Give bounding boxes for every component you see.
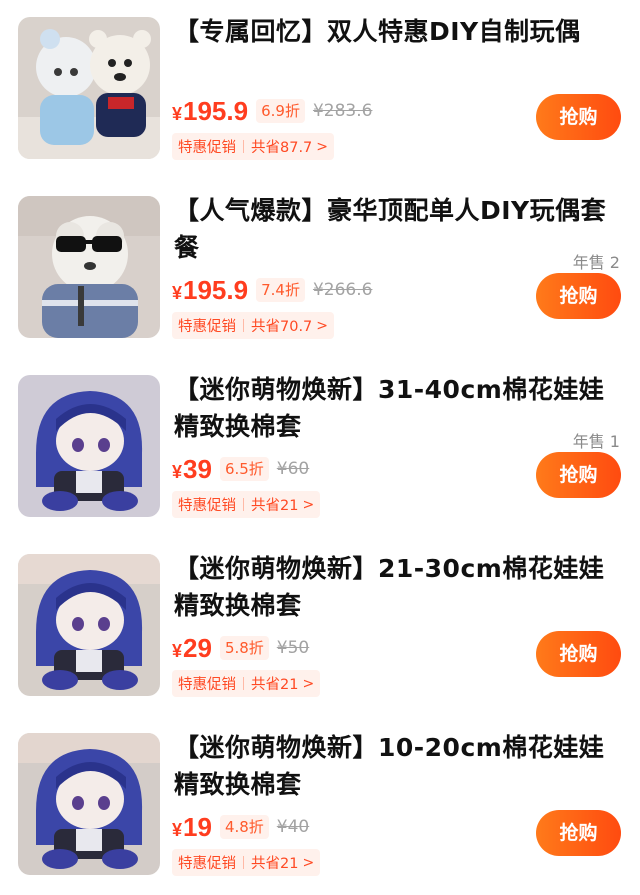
promo-tag[interactable]: 特惠促销 共省21 >: [172, 491, 321, 518]
price-row: ¥195.9 6.9折 ¥283.6: [172, 94, 372, 128]
currency-symbol: ¥: [172, 461, 183, 482]
product-image[interactable]: [18, 375, 160, 517]
promo-divider: [243, 856, 244, 869]
product-title[interactable]: 【迷你萌物焕新】21-30cm棉花娃娃精致换棉套: [174, 550, 614, 624]
chevron-right-icon: >: [302, 854, 315, 871]
product-item[interactable]: 【迷你萌物焕新】10-20cm棉花娃娃精致换棉套 ¥19 4.8折 ¥40 特惠…: [0, 716, 640, 895]
price-value: 19: [183, 811, 212, 842]
sales-count: 年售 1: [572, 432, 620, 451]
original-price: ¥283.6: [312, 101, 373, 121]
sales-count: 年售 2: [572, 253, 620, 272]
plush-photo-icon: [18, 196, 160, 338]
promo-label: 特惠促销: [178, 677, 236, 693]
buy-button[interactable]: 抢购: [536, 273, 621, 319]
promo-tag[interactable]: 特惠促销 共省21 >: [172, 849, 321, 876]
product-item[interactable]: 【人气爆款】豪华顶配单人DIY玩偶套餐 年售 2 ¥195.9 7.4折 ¥26…: [0, 179, 640, 358]
product-title[interactable]: 【人气爆款】豪华顶配单人DIY玩偶套餐: [174, 192, 614, 266]
chevron-right-icon: >: [302, 675, 315, 692]
promo-label: 特惠促销: [178, 140, 236, 156]
promo-divider: [243, 498, 244, 511]
price: ¥195.9: [172, 275, 248, 306]
plush-photo-icon: [18, 17, 160, 159]
product-item[interactable]: 【专属回忆】双人特惠DIY自制玩偶 ¥195.9 6.9折 ¥283.6 特惠促…: [0, 0, 640, 179]
price-value: 39: [183, 453, 212, 484]
original-price: ¥50: [276, 638, 310, 658]
currency-symbol: ¥: [172, 282, 183, 303]
promo-saving: 共省70.7: [251, 319, 313, 335]
promo-label: 特惠促销: [178, 319, 236, 335]
original-price: ¥40: [276, 817, 310, 837]
buy-button[interactable]: 抢购: [536, 631, 621, 677]
price: ¥39: [172, 454, 212, 485]
promo-tag[interactable]: 特惠促销 共省87.7 >: [172, 133, 335, 160]
discount-badge: 6.9折: [256, 99, 305, 123]
price-row: ¥39 6.5折 ¥60: [172, 452, 309, 486]
product-image[interactable]: [18, 554, 160, 696]
promo-label: 特惠促销: [178, 856, 236, 872]
promo-saving: 共省87.7: [251, 140, 313, 156]
price-value: 29: [183, 632, 212, 663]
currency-symbol: ¥: [172, 640, 183, 661]
discount-badge: 6.5折: [219, 457, 269, 481]
promo-label: 特惠促销: [178, 498, 236, 514]
original-price: ¥266.6: [312, 280, 373, 300]
cotton-doll-photo-icon: [18, 375, 160, 517]
chevron-right-icon: >: [316, 317, 329, 334]
promo-tag[interactable]: 特惠促销 共省70.7 >: [172, 312, 335, 339]
product-list: 【专属回忆】双人特惠DIY自制玩偶 ¥195.9 6.9折 ¥283.6 特惠促…: [0, 0, 640, 889]
original-price: ¥60: [276, 459, 310, 479]
product-item[interactable]: 【迷你萌物焕新】31-40cm棉花娃娃精致换棉套 年售 1 ¥39 6.5折 ¥…: [0, 358, 640, 537]
discount-badge: 4.8折: [219, 815, 269, 839]
promo-divider: [243, 319, 244, 332]
cotton-doll-photo-icon: [18, 733, 160, 875]
cotton-doll-photo-icon: [18, 554, 160, 696]
promo-tag[interactable]: 特惠促销 共省21 >: [172, 670, 321, 697]
chevron-right-icon: >: [302, 496, 315, 513]
price-row: ¥195.9 7.4折 ¥266.6: [172, 273, 372, 307]
product-item[interactable]: 【迷你萌物焕新】21-30cm棉花娃娃精致换棉套 ¥29 5.8折 ¥50 特惠…: [0, 537, 640, 716]
price: ¥29: [172, 633, 212, 664]
product-image[interactable]: [18, 196, 160, 338]
discount-badge: 5.8折: [219, 636, 269, 660]
product-title[interactable]: 【迷你萌物焕新】31-40cm棉花娃娃精致换棉套: [174, 371, 614, 445]
price-row: ¥29 5.8折 ¥50: [172, 631, 309, 665]
buy-button[interactable]: 抢购: [536, 452, 621, 498]
buy-button[interactable]: 抢购: [536, 810, 621, 856]
product-image[interactable]: [18, 17, 160, 159]
promo-divider: [243, 677, 244, 690]
promo-divider: [243, 140, 244, 153]
chevron-right-icon: >: [316, 138, 329, 155]
price-row: ¥19 4.8折 ¥40: [172, 810, 309, 844]
price: ¥195.9: [172, 96, 248, 127]
discount-badge: 7.4折: [256, 278, 305, 302]
product-title[interactable]: 【迷你萌物焕新】10-20cm棉花娃娃精致换棉套: [174, 729, 614, 803]
currency-symbol: ¥: [172, 103, 183, 124]
buy-button[interactable]: 抢购: [536, 94, 621, 140]
currency-symbol: ¥: [172, 819, 183, 840]
product-image[interactable]: [18, 733, 160, 875]
price: ¥19: [172, 812, 212, 843]
price-value: 195.9: [183, 274, 249, 305]
promo-saving: 共省21: [251, 498, 299, 514]
product-title[interactable]: 【专属回忆】双人特惠DIY自制玩偶: [174, 13, 614, 50]
promo-saving: 共省21: [251, 677, 299, 693]
price-value: 195.9: [183, 95, 249, 126]
promo-saving: 共省21: [251, 856, 299, 872]
